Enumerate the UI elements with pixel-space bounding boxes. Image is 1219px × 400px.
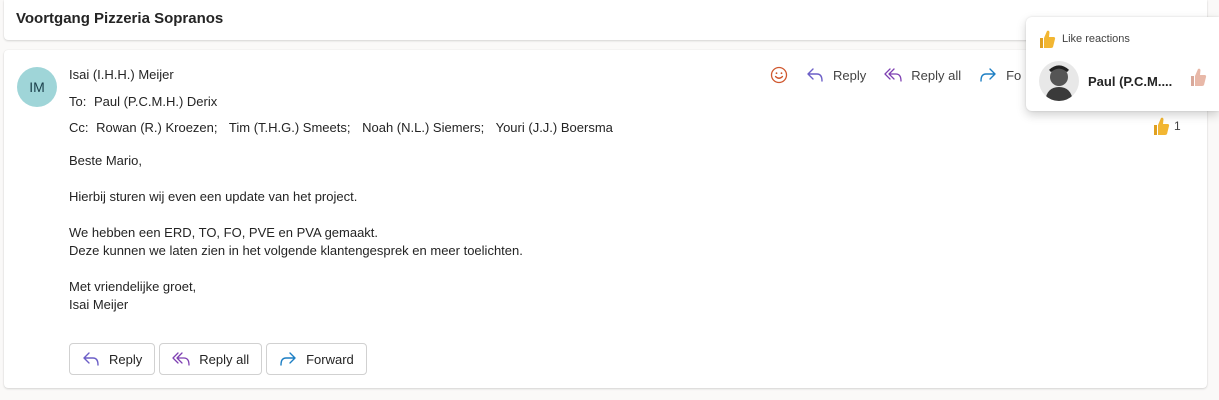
popover-header: Like reactions: [1038, 29, 1130, 49]
body-paragraph: We hebben een ERD, TO, FO, PVE en PVA ge…: [69, 224, 523, 260]
cc-label: Cc:: [69, 120, 89, 135]
to-label: To:: [69, 94, 87, 109]
body-greeting: Beste Mario,: [69, 153, 142, 168]
thumbs-up-icon: [1040, 30, 1056, 48]
body-closing: Met vriendelijke groet,: [69, 279, 197, 294]
email-subject: Voortgang Pizzeria Sopranos: [16, 10, 224, 27]
reply-all-label: Reply all: [911, 67, 962, 83]
to-line: To: Paul (P.C.M.H.) Derix: [69, 94, 217, 109]
reply-all-icon: [172, 352, 190, 366]
reply-all-icon: [884, 68, 902, 82]
bottom-actions: Reply Reply all Forward: [69, 343, 371, 375]
cc-line: Cc: Rowan (R.) Kroezen; Tim (T.H.G.) Sme…: [69, 120, 621, 135]
to-recipient[interactable]: Paul (P.C.M.H.) Derix: [94, 94, 217, 109]
forward-icon: [280, 352, 296, 366]
bottom-reply-all-label: Reply all: [199, 351, 250, 367]
body-signature: Isai Meijer: [69, 297, 129, 312]
body-signoff: Met vriendelijke groet, Isai Meijer: [69, 278, 523, 314]
forward-icon: [980, 68, 996, 82]
sender-name[interactable]: Isai (I.H.H.) Meijer: [69, 67, 174, 82]
bottom-forward-button[interactable]: Forward: [266, 343, 367, 375]
header-actions: Reply Reply all Fo: [770, 65, 1039, 85]
reply-label: Reply: [833, 67, 867, 83]
thumbs-up-icon: [1189, 67, 1207, 92]
body-line: We hebben een ERD, TO, FO, PVE en PVA ge…: [69, 225, 379, 240]
forward-label: Fo: [1006, 67, 1022, 83]
emoji-reaction-icon[interactable]: [770, 66, 788, 84]
reply-button[interactable]: Reply: [806, 68, 866, 83]
reply-all-button[interactable]: Reply all: [884, 68, 961, 83]
cc-recipient[interactable]: Youri (J.J.) Boersma: [496, 120, 613, 135]
body-line: Deze kunnen we laten zien in het volgend…: [69, 243, 523, 258]
avatar[interactable]: IM: [17, 67, 57, 107]
forward-button[interactable]: Fo: [979, 68, 1021, 83]
bottom-reply-all-button[interactable]: Reply all: [159, 343, 263, 375]
cc-recipient[interactable]: Noah (N.L.) Siemers;: [362, 120, 484, 135]
reaction-count-number: 1: [1174, 119, 1181, 133]
bottom-forward-label: Forward: [306, 351, 354, 367]
bottom-reply-label: Reply: [109, 351, 143, 367]
person-name: Paul (P.C.M....: [1088, 73, 1173, 89]
reply-icon: [83, 352, 99, 366]
like-reactions-popover: Like reactions Paul (P.C.M....: [1026, 17, 1219, 111]
thumbs-up-icon: [1154, 117, 1170, 135]
reaction-count[interactable]: 1: [1152, 116, 1181, 136]
person-avatar: [1039, 61, 1079, 101]
popover-title: Like reactions: [1062, 33, 1130, 45]
reply-icon: [807, 68, 823, 82]
cc-recipient[interactable]: Rowan (R.) Kroezen;: [96, 120, 217, 135]
email-body: Beste Mario, Hierbij sturen wij even een…: [69, 152, 523, 314]
body-paragraph: Hierbij sturen wij even een update van h…: [69, 189, 358, 204]
cc-recipient[interactable]: Tim (T.H.G.) Smeets;: [229, 120, 351, 135]
bottom-reply-button[interactable]: Reply: [69, 343, 156, 375]
reaction-person-row[interactable]: Paul (P.C.M....: [1039, 61, 1219, 101]
